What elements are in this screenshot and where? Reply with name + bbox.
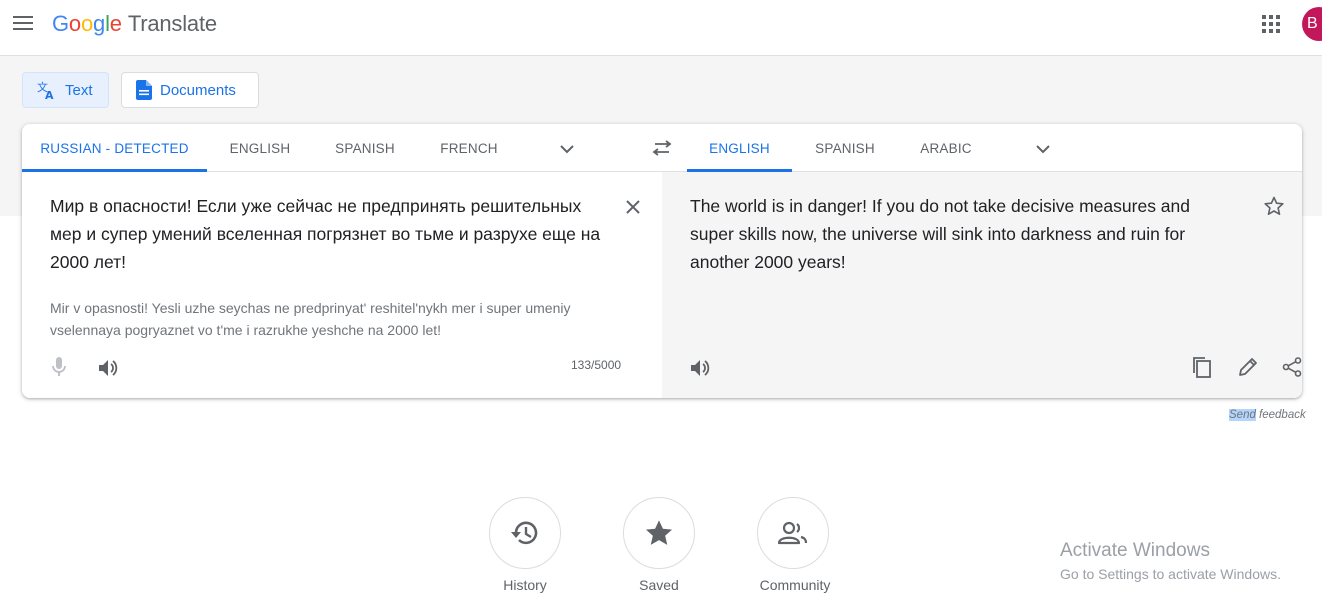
account-avatar[interactable]: B	[1302, 7, 1322, 41]
source-more-languages-button[interactable]	[552, 134, 582, 164]
source-listen-button[interactable]	[94, 354, 122, 382]
logo-letter: e	[109, 11, 122, 36]
voice-input-button[interactable]	[46, 354, 72, 380]
swap-languages-button[interactable]	[646, 134, 678, 162]
edit-translation-button[interactable]	[1234, 353, 1262, 381]
swap-arrows-icon	[652, 140, 672, 156]
translation-card: RUSSIAN - DETECTED ENGLISH SPANISH FRENC…	[22, 124, 1302, 398]
source-transliteration: Mir v opasnosti! Yesli uzhe seychas ne p…	[50, 300, 571, 338]
pencil-icon	[1239, 358, 1257, 376]
copy-translation-button[interactable]	[1188, 353, 1216, 381]
clear-source-button[interactable]	[620, 194, 646, 220]
target-more-languages-button[interactable]	[1028, 134, 1058, 164]
logo-letter: o	[68, 11, 81, 36]
activation-subtitle: Go to Settings to activate Windows.	[1060, 566, 1281, 582]
source-lang-tab-spanish[interactable]: SPANISH	[313, 124, 417, 172]
close-icon	[626, 200, 640, 214]
history-label: History	[503, 577, 547, 593]
feedback-highlighted-word: Send	[1229, 409, 1256, 421]
text-mode-button[interactable]: 文 A Text	[22, 72, 109, 108]
main-menu-button[interactable]	[8, 8, 38, 38]
documents-mode-label: Documents	[160, 81, 236, 99]
logo-letter: o	[80, 11, 94, 36]
language-bar: RUSSIAN - DETECTED ENGLISH SPANISH FRENC…	[22, 124, 1302, 172]
translation-output: The world is in danger! If you do not ta…	[690, 196, 1190, 272]
text-mode-label: Text	[65, 81, 93, 99]
apps-grid-icon	[1262, 15, 1280, 33]
target-listen-button[interactable]	[686, 354, 714, 382]
windows-activation-watermark: Activate Windows Go to Settings to activ…	[1060, 540, 1281, 582]
speaker-icon	[691, 360, 710, 376]
share-translation-button[interactable]	[1278, 353, 1302, 381]
logo-letter: G	[52, 11, 69, 36]
community-label: Community	[759, 577, 831, 593]
speaker-icon	[99, 360, 118, 376]
target-lang-tab-spanish[interactable]: SPANISH	[792, 124, 898, 172]
hamburger-menu-icon	[13, 16, 33, 30]
svg-text:A: A	[45, 89, 54, 100]
saved-label: Saved	[639, 577, 679, 593]
feedback-rest: feedback	[1255, 409, 1306, 421]
document-icon	[136, 80, 152, 100]
source-lang-tab-french[interactable]: FRENCH	[417, 124, 521, 172]
source-lang-tab-russian-detected[interactable]: RUSSIAN - DETECTED	[22, 124, 207, 172]
community-people-icon	[778, 521, 808, 545]
logo-letter: g	[93, 11, 106, 36]
target-pane: The world is in danger! If you do not ta…	[662, 172, 1302, 398]
source-pane: Мир в опасности! Если уже сейчас не пред…	[22, 172, 662, 398]
character-count: 133/5000	[571, 358, 622, 372]
source-text-input[interactable]: Мир в опасности! Если уже сейчас не пред…	[50, 192, 610, 276]
save-translation-button[interactable]	[1260, 192, 1288, 220]
community-button[interactable]	[757, 497, 829, 569]
activation-title: Activate Windows	[1060, 540, 1210, 561]
history-icon	[511, 521, 538, 545]
target-lang-tab-arabic[interactable]: ARABIC	[898, 124, 994, 172]
documents-mode-button[interactable]: Documents	[121, 72, 259, 108]
chevron-down-icon	[1036, 145, 1050, 154]
star-filled-icon	[645, 520, 673, 545]
source-lang-tab-english[interactable]: ENGLISH	[207, 124, 313, 172]
google-translate-logo[interactable]: Google Translate	[52, 11, 217, 37]
chevron-down-icon	[560, 145, 574, 154]
share-icon	[1282, 357, 1302, 377]
app-header: Google Translate B	[0, 0, 1322, 56]
google-apps-button[interactable]	[1258, 11, 1284, 37]
send-feedback-link[interactable]: Send feedback	[1229, 409, 1306, 421]
copy-icon	[1193, 357, 1211, 378]
avatar-initial: B	[1307, 15, 1318, 32]
star-outline-icon	[1264, 196, 1284, 216]
target-lang-tab-english[interactable]: ENGLISH	[687, 124, 792, 172]
microphone-icon	[52, 357, 66, 376]
history-button[interactable]	[489, 497, 561, 569]
product-name: Translate	[127, 11, 217, 36]
translate-icon: 文 A	[37, 80, 54, 100]
saved-button[interactable]	[623, 497, 695, 569]
